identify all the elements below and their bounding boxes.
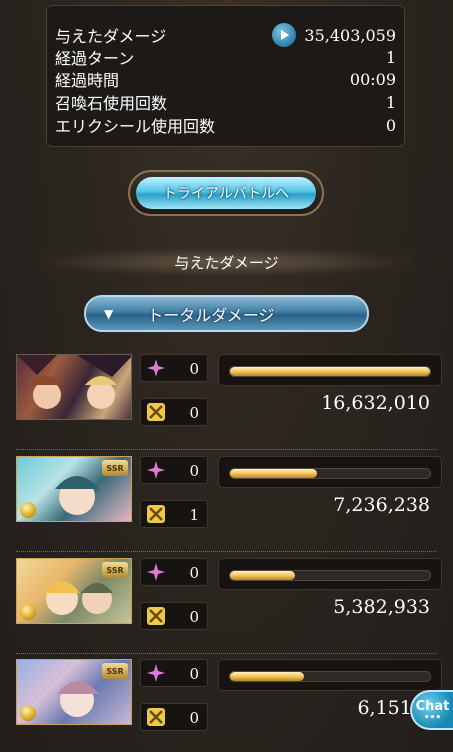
rarity-badge: SSR — [102, 663, 128, 679]
rarity-badge: SSR — [102, 460, 128, 476]
star-counter: 0 — [140, 354, 208, 382]
character-row: SSR 0 0 5,382,933 — [16, 558, 442, 654]
sparkle-icon — [147, 664, 165, 682]
chat-button[interactable]: Chat ••• — [410, 690, 453, 730]
character-portrait[interactable]: SSR — [16, 456, 132, 522]
sparkle-icon — [147, 563, 165, 581]
sparkle-icon — [147, 461, 165, 479]
play-icon[interactable] — [272, 23, 297, 47]
stat-label: 召喚石使用回数 — [55, 94, 168, 113]
stat-value: 00:09 — [349, 69, 396, 89]
stat-label: 与えたダメージ — [55, 27, 167, 46]
section-title: 与えたダメージ — [40, 248, 413, 276]
star-count: 0 — [189, 564, 199, 582]
trial-battle-label: トライアルバトルへ — [136, 177, 316, 209]
battle-stats-panel: 与えたダメージ 35,403,059 経過ターン 1 経過時間 00:09 召喚… — [46, 5, 405, 147]
damage-value: 7,236,238 — [333, 494, 430, 516]
character-portrait[interactable]: SSR — [16, 558, 132, 624]
character-row: SSR 0 1 7,236,238 — [16, 456, 442, 552]
stat-label: 経過時間 — [55, 71, 120, 90]
stat-value: 35,403,059 — [304, 25, 396, 45]
crossed-swords-icon — [147, 708, 165, 726]
damage-bar — [218, 558, 442, 590]
rarity-badge: SSR — [102, 562, 128, 578]
damage-bar-fill — [230, 672, 304, 681]
skill-counter: 0 — [140, 602, 208, 630]
coin-icon — [20, 502, 36, 518]
coin-icon — [20, 705, 36, 721]
character-row: SSR 0 0 6,151,8 — [16, 659, 442, 747]
character-portrait[interactable]: SSR — [16, 659, 132, 725]
stat-value: 1 — [385, 47, 396, 67]
triangle-down-icon: ▼ — [104, 306, 114, 321]
damage-bar-fill — [230, 571, 295, 580]
stat-row-summon: 召喚石使用回数 1 — [55, 91, 396, 114]
skill-count: 0 — [189, 608, 199, 626]
damage-type-select[interactable]: ▼ トータルダメージ — [84, 295, 369, 332]
damage-bar-fill — [230, 469, 317, 478]
star-counter: 0 — [140, 456, 208, 484]
skill-count: 1 — [189, 506, 199, 524]
stat-label: 経過ターン — [55, 49, 135, 68]
stat-value: 1 — [385, 92, 396, 112]
sparkle-icon — [147, 359, 165, 377]
damage-bar-fill — [230, 367, 430, 376]
damage-value: 16,632,010 — [321, 392, 430, 414]
crossed-swords-icon — [147, 505, 165, 523]
star-counter: 0 — [140, 558, 208, 586]
damage-bar — [218, 354, 442, 386]
character-row: 0 0 16,632,010 — [16, 354, 442, 450]
skill-counter: 0 — [140, 398, 208, 426]
stat-row-time: 経過時間 00:09 — [55, 68, 396, 91]
trial-battle-button[interactable]: トライアルバトルへ — [128, 170, 324, 216]
skill-count: 0 — [189, 404, 199, 422]
chat-label: Chat — [415, 698, 450, 714]
stat-row-elixir: エリクシール使用回数 0 — [55, 114, 396, 137]
coin-icon — [20, 604, 36, 620]
stat-label: エリクシール使用回数 — [55, 117, 216, 136]
skill-counter: 1 — [140, 500, 208, 528]
skill-count: 0 — [189, 709, 199, 727]
crossed-swords-icon — [147, 607, 165, 625]
character-portrait[interactable] — [16, 354, 132, 420]
star-count: 0 — [189, 665, 199, 683]
damage-bar — [218, 659, 442, 691]
star-count: 0 — [189, 360, 199, 378]
damage-bar — [218, 456, 442, 488]
star-counter: 0 — [140, 659, 208, 687]
skill-counter: 0 — [140, 703, 208, 731]
stat-row-damage: 与えたダメージ 35,403,059 — [55, 23, 396, 47]
star-count: 0 — [189, 462, 199, 480]
ellipsis-icon: ••• — [423, 712, 442, 723]
damage-type-label: トータルダメージ — [147, 305, 275, 325]
damage-value: 5,382,933 — [333, 596, 430, 618]
stat-value: 0 — [385, 115, 396, 135]
crossed-swords-icon — [147, 403, 165, 421]
stat-row-turns: 経過ターン 1 — [55, 46, 396, 69]
